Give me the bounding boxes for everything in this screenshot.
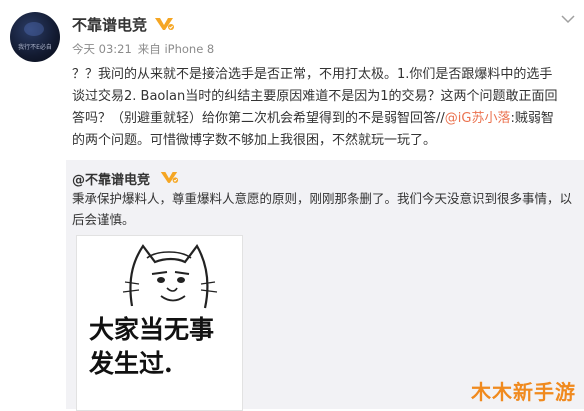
meme-caption-line1: 大家当无事 (89, 315, 215, 344)
repost-box: @不靠谱电竞 秉承保护爆料人，尊重爆料人意愿的原则，刚刚那条删了。我们今天没意识… (66, 160, 584, 411)
author-name[interactable]: 不靠谱电竞 (72, 14, 147, 35)
watermark-logo: 木木新手游 (471, 380, 576, 404)
repost-text: 秉承保护爆料人，尊重爆料人意愿的原则，刚刚那条删了。我们今天没意识到很多事情，以… (72, 191, 573, 227)
meme-image[interactable]: 大家当无事 发生过. (76, 235, 243, 411)
avatar-text: 我行不E必自 (18, 44, 52, 51)
post-time[interactable]: 今天 03:21 (72, 42, 132, 56)
mention-link[interactable]: @iG苏小落 (445, 111, 511, 126)
avatar-glow (24, 22, 44, 36)
meme-caption-line2: 发生过. (89, 349, 173, 378)
chevron-down-icon[interactable] (561, 14, 575, 24)
repost-author[interactable]: @不靠谱电竞 (72, 169, 150, 188)
vip-badge-icon[interactable] (153, 15, 175, 31)
post-source: 来自 iPhone 8 (137, 42, 215, 56)
post-meta: 今天 03:21 来自 iPhone 8 (72, 41, 220, 57)
avatar[interactable]: 我行不E必自 (10, 12, 60, 62)
post-header: 我行不E必自 不靠谱电竞 今天 03:21 来自 iPhone 8 (0, 0, 584, 62)
post-text: ？？我问的从来就不是接洽选手是否正常，不用打太极。1.你们是否跟爆料中的选手谈过… (72, 64, 562, 152)
vip-badge-icon[interactable] (159, 169, 179, 184)
